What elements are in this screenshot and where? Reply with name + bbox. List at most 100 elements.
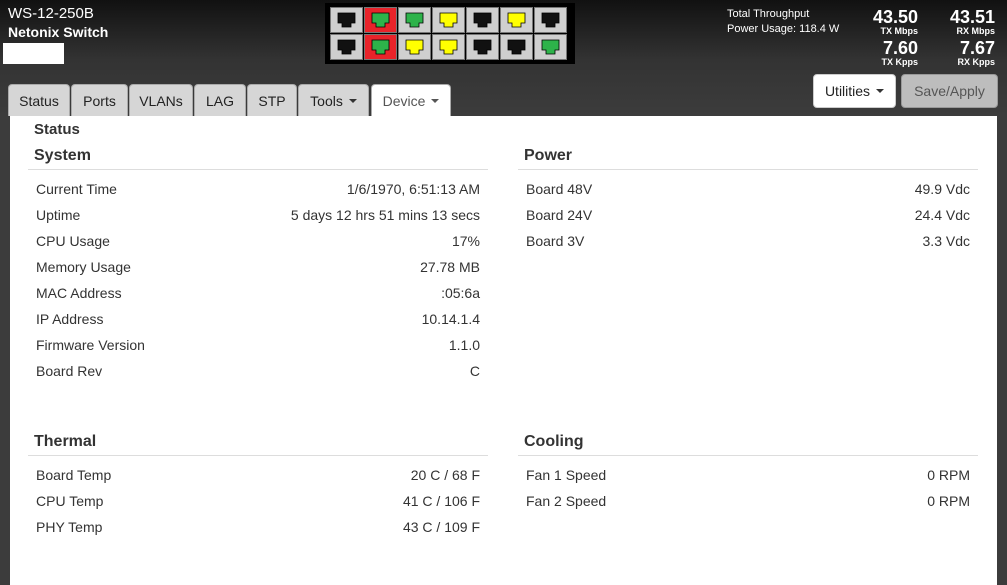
chevron-down-icon (876, 89, 885, 93)
ethernet-jack-icon (507, 12, 526, 28)
tab-ports-label: Ports (83, 92, 116, 109)
power-rows: Board 48V 49.9 Vdc Board 24V 24.4 Vdc Board … (518, 170, 978, 254)
info-label: Board Rev (36, 363, 103, 379)
rx-mbps-label: RX Mbps (956, 26, 995, 36)
ethernet-jack-icon (405, 12, 424, 28)
ethernet-jack-icon (439, 39, 458, 55)
rx-kpps-stat: 7.67 RX Kpps (937, 39, 995, 67)
power-section: Power Board 48V 49.9 Vdc Board 24V 24.4 Vdc… (518, 146, 978, 254)
tab-device[interactable]: Device (371, 84, 451, 117)
ethernet-jack-icon (405, 39, 424, 55)
info-row: IP Address 10.14.1.4 (28, 306, 488, 332)
main-content: Status System Current Time 1/6/1970, 6:51… (10, 116, 997, 585)
port-panel (325, 3, 575, 64)
ethernet-jack-icon (371, 39, 390, 55)
tab-tools[interactable]: Tools (298, 84, 369, 116)
info-value: 10.14.1.4 (421, 311, 480, 327)
tab-stp[interactable]: STP (247, 84, 297, 116)
info-value: 0 RPM (927, 467, 970, 483)
info-value: 1.1.0 (448, 337, 480, 353)
info-value: 43 C / 109 F (402, 519, 480, 535)
ethernet-jack-icon (541, 12, 560, 28)
tab-lag[interactable]: LAG (194, 84, 246, 116)
ethernet-jack-icon (507, 39, 526, 55)
port-14-icon[interactable] (534, 34, 567, 60)
info-label: MAC Address (36, 285, 122, 301)
tab-lag-label: LAG (205, 92, 234, 109)
info-row: Memory Usage 27.78 MB (28, 254, 488, 280)
tx-kpps-value: 7.60 (882, 38, 918, 58)
port-7-icon[interactable] (534, 7, 567, 33)
ethernet-jack-icon (541, 39, 560, 55)
info-label: Fan 2 Speed (526, 493, 607, 509)
info-row: Fan 2 Speed 0 RPM (518, 488, 978, 514)
port-8-icon[interactable] (330, 34, 363, 60)
port-13-icon[interactable] (500, 34, 533, 60)
info-row: PHY Temp 43 C / 109 F (28, 514, 488, 540)
tab-status-label: Status (19, 92, 59, 109)
device-name-field (3, 43, 64, 64)
port-2-icon[interactable] (364, 7, 397, 33)
ethernet-jack-icon (473, 39, 492, 55)
port-10-icon[interactable] (398, 34, 431, 60)
port-9-icon[interactable] (364, 34, 397, 60)
port-4-icon[interactable] (432, 7, 465, 33)
utilities-button[interactable]: Utilities (813, 74, 896, 108)
system-section: System Current Time 1/6/1970, 6:51:13 AM U… (28, 146, 488, 384)
info-label: Board Temp (36, 467, 112, 483)
port-6-icon[interactable] (500, 7, 533, 33)
port-12-icon[interactable] (466, 34, 499, 60)
info-value: 0 RPM (927, 493, 970, 509)
info-row: Fan 1 Speed 0 RPM (518, 462, 978, 488)
rx-mbps-stat: 43.51 RX Mbps (937, 8, 995, 36)
thermal-title: Thermal (28, 432, 488, 456)
ethernet-jack-icon (337, 39, 356, 55)
info-row: Firmware Version 1.1.0 (28, 332, 488, 358)
info-value: 49.9 Vdc (914, 181, 970, 197)
info-row: Board Rev C (28, 358, 488, 384)
tx-kpps-label: TX Kpps (881, 57, 918, 67)
port-11-icon[interactable] (432, 34, 465, 60)
power-usage: Power Usage: 118.4 W (727, 23, 840, 35)
device-header: WS-12-250B Netonix Switch (8, 4, 108, 42)
tx-kpps-stat: 7.60 TX Kpps (860, 39, 918, 67)
thermal-rows: Board Temp 20 C / 68 F CPU Temp 41 C / 106 … (28, 456, 488, 540)
info-row: Current Time 1/6/1970, 6:51:13 AM (28, 176, 488, 202)
tab-ports[interactable]: Ports (71, 84, 128, 116)
info-row: Board 3V 3.3 Vdc (518, 228, 978, 254)
power-title: Power (518, 146, 978, 170)
tx-mbps-label: TX Mbps (880, 26, 919, 36)
info-label: Board 48V (526, 181, 593, 197)
tab-vlans[interactable]: VLANs (129, 84, 193, 116)
tab-stp-label: STP (258, 92, 286, 109)
tab-status[interactable]: Status (8, 84, 70, 116)
cooling-rows: Fan 1 Speed 0 RPM Fan 2 Speed 0 RPM (518, 456, 978, 514)
ethernet-jack-icon (439, 12, 458, 28)
info-row: Board 24V 24.4 Vdc (518, 202, 978, 228)
info-value: 1/6/1970, 6:51:13 AM (346, 181, 480, 197)
tx-mbps-value: 43.50 (872, 7, 918, 27)
port-3-icon[interactable] (398, 7, 431, 33)
port-1-icon[interactable] (330, 7, 363, 33)
info-value: 3.3 Vdc (922, 233, 970, 249)
info-label: IP Address (36, 311, 104, 327)
port-5-icon[interactable] (466, 7, 499, 33)
info-row: CPU Temp 41 C / 106 F (28, 488, 488, 514)
info-value: C (469, 363, 480, 379)
chevron-down-icon (348, 98, 357, 103)
info-label: Uptime (36, 207, 81, 223)
throughput-info: Total Throughput Power Usage: 118.4 W (727, 7, 839, 37)
info-value: 24.4 Vdc (914, 207, 970, 223)
ethernet-jack-icon (337, 12, 356, 28)
thermal-section: Thermal Board Temp 20 C / 68 F CPU Temp 41 … (28, 432, 488, 540)
tab-tools-label: Tools (310, 92, 343, 109)
rx-kpps-value: 7.67 (959, 38, 995, 58)
tab-vlans-label: VLANs (139, 92, 183, 109)
device-name: Netonix Switch (8, 24, 109, 40)
info-label: Board 24V (526, 207, 593, 223)
throughput-label: Total Throughput (727, 8, 810, 20)
save-apply-button[interactable]: Save/Apply (901, 74, 998, 108)
info-label: Board 3V (526, 233, 585, 249)
info-label: Fan 1 Speed (526, 467, 607, 483)
info-value: 41 C / 106 F (402, 493, 480, 509)
